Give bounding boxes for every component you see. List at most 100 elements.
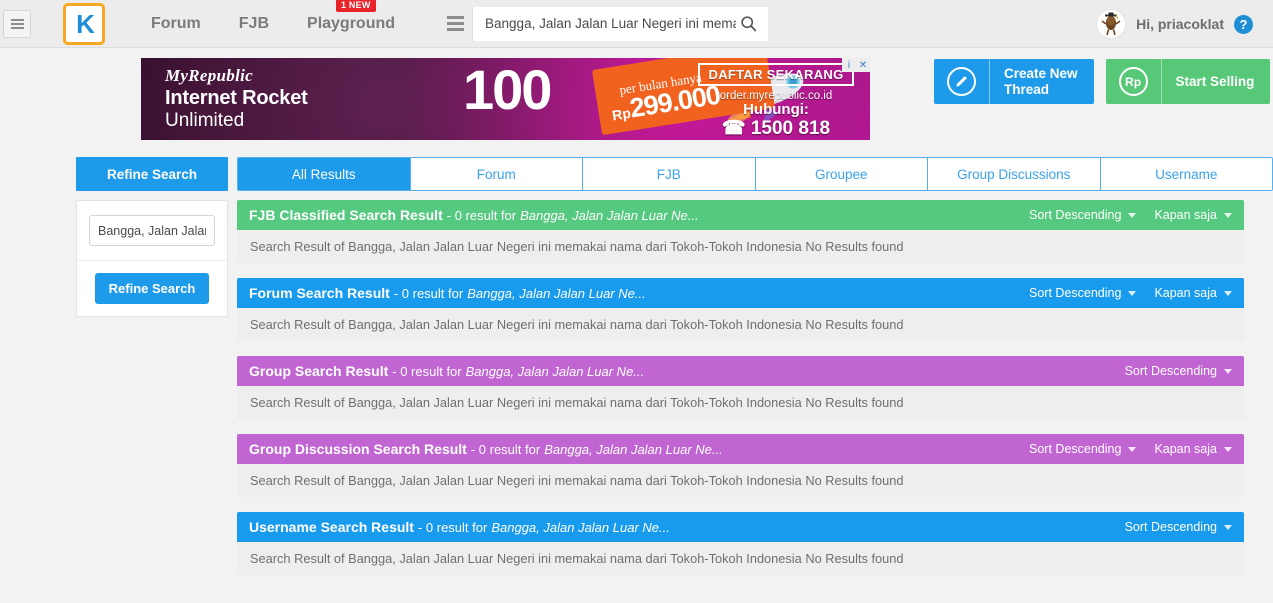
search-bar: [439, 6, 769, 41]
tab-all-results[interactable]: All Results: [238, 158, 411, 190]
result-meta: - 0 result for: [470, 441, 541, 457]
top-header: K Forum FJB Playground 1 NEW Bangga, Jal…: [0, 0, 1273, 48]
result-block-forum: Forum Search Result - 0 result for Bangg…: [237, 278, 1244, 341]
hamburger-icon[interactable]: [3, 9, 31, 38]
time-filter-control[interactable]: Kapan saja: [1154, 208, 1232, 222]
search-icon[interactable]: [736, 12, 760, 36]
ad-and-actions-row: MyRepublic Internet Rocket Unlimited 100…: [0, 58, 1273, 140]
nav-item-fjb[interactable]: FJB: [239, 15, 269, 33]
result-block-username: Username Search Result - 0 result for Ba…: [237, 512, 1244, 575]
action-label-line1: Start Selling: [1175, 73, 1255, 89]
result-block-group-discussion: Group Discussion Search Result - 0 resul…: [237, 434, 1244, 497]
chevron-down-icon: [1224, 290, 1232, 296]
result-body: Search Result of Bangga, Jalan Jalan Lua…: [237, 386, 1244, 419]
start-selling-button[interactable]: Rp Start Selling: [1105, 59, 1271, 104]
rupiah-glyph: Rp: [1118, 67, 1148, 96]
avatar[interactable]: [1096, 9, 1127, 39]
sort-label: Sort Descending: [1124, 364, 1217, 378]
grid-menu-icon[interactable]: [439, 6, 474, 41]
chevron-down-icon: [1128, 290, 1137, 296]
nav-item-playground[interactable]: Playground 1 NEW: [307, 0, 396, 33]
create-new-thread-label: Create New Thread: [990, 66, 1078, 97]
sort-control[interactable]: Sort Descending: [1029, 442, 1137, 456]
create-new-thread-button[interactable]: Create New Thread: [934, 59, 1094, 104]
search-field: [473, 6, 769, 41]
ad-headline-2: Unlimited: [165, 110, 245, 131]
nav-label: Playground: [307, 14, 396, 32]
chevron-down-icon: [1224, 212, 1232, 218]
sidebar-button-wrap: Refine Search: [77, 261, 227, 316]
sort-label: Sort Descending: [1124, 520, 1217, 534]
sidebar-input-wrap: [77, 201, 227, 261]
tab-group-discussions[interactable]: Group Discussions: [928, 158, 1101, 190]
chevron-down-icon: [1224, 524, 1232, 530]
sort-control[interactable]: Sort Descending: [1125, 364, 1232, 378]
search-input[interactable]: [485, 16, 737, 31]
sort-label: Sort Descending: [1029, 208, 1122, 222]
chevron-down-icon: [1224, 446, 1232, 452]
ad-currency: Rp: [610, 104, 632, 124]
adchoices-close-icon[interactable]: ✕: [856, 58, 870, 72]
result-title: Group Discussion Search Result: [249, 441, 467, 457]
ad-text-left: MyRepublic Internet Rocket Unlimited: [165, 66, 308, 132]
new-badge: 1 NEW: [336, 0, 376, 12]
tabs-row: Refine Search All Results Forum FJB Grou…: [0, 157, 1273, 191]
time-filter-control[interactable]: Kapan saja: [1154, 286, 1232, 300]
chevron-down-icon: [1224, 368, 1232, 374]
start-selling-label: Start Selling: [1162, 74, 1255, 90]
chevron-down-icon: [1128, 212, 1137, 218]
result-header: FJB Classified Search Result - 0 result …: [237, 200, 1244, 230]
user-area: Hi, priacoklat ?: [1096, 0, 1253, 48]
help-icon[interactable]: ?: [1234, 14, 1253, 34]
refine-search-button-top[interactable]: Refine Search: [76, 157, 228, 191]
result-body: Search Result of Bangga, Jalan Jalan Lua…: [237, 542, 1244, 575]
adchoices-info-icon[interactable]: i: [842, 58, 856, 72]
tab-username[interactable]: Username: [1100, 158, 1272, 190]
action-label-line1: Create New: [1004, 65, 1078, 81]
sort-control[interactable]: Sort Descending: [1029, 208, 1137, 222]
action-label-line2: Thread: [1004, 81, 1050, 97]
sort-control[interactable]: Sort Descending: [1125, 520, 1232, 534]
pencil-icon: [934, 59, 990, 104]
refine-search-sidebar: Refine Search: [76, 200, 228, 317]
time-label: Kapan saja: [1154, 442, 1217, 456]
time-filter-control[interactable]: Kapan saja: [1154, 442, 1232, 456]
result-header: Forum Search Result - 0 result for Bangg…: [237, 278, 1244, 308]
result-query: Bangga, Jalan Jalan Luar Ne...: [544, 441, 723, 457]
ad-text-right: DAFTAR SEKARANG order.myrepublic.co.id H…: [691, 60, 861, 139]
tab-fjb[interactable]: FJB: [583, 158, 756, 190]
sort-label: Sort Descending: [1029, 286, 1122, 300]
content-row: Refine Search FJB Classified Search Resu…: [0, 200, 1273, 590]
time-label: Kapan saja: [1154, 208, 1217, 222]
tab-groupee[interactable]: Groupee: [755, 158, 928, 190]
result-title: Forum Search Result: [249, 285, 390, 301]
sort-label: Sort Descending: [1029, 442, 1122, 456]
result-header: Group Search Result - 0 result for Bangg…: [237, 356, 1244, 386]
refine-keyword-input[interactable]: [89, 215, 215, 246]
rupiah-icon: Rp: [1106, 59, 1162, 104]
result-body: Search Result of Bangga, Jalan Jalan Lua…: [237, 308, 1244, 341]
adchoices-controls: i ✕: [842, 58, 870, 72]
result-meta: - 0 result for: [392, 363, 462, 379]
result-query: Bangga, Jalan Jalan Luar Ne...: [491, 519, 670, 535]
result-query: Bangga, Jalan Jalan Luar Ne...: [520, 207, 699, 223]
sort-control[interactable]: Sort Descending: [1029, 286, 1137, 300]
ad-cta-button[interactable]: DAFTAR SEKARANG: [697, 63, 855, 86]
user-greeting: Hi, priacoklat: [1136, 16, 1224, 32]
kaskus-logo[interactable]: K: [63, 2, 105, 45]
result-meta: - 0 result for: [393, 285, 464, 301]
result-query: Bangga, Jalan Jalan Luar Ne...: [467, 285, 646, 301]
result-query: Bangga, Jalan Jalan Luar Ne...: [465, 363, 645, 379]
result-title: Username Search Result: [249, 519, 414, 535]
result-meta: - 0 result for: [417, 519, 488, 535]
ad-banner[interactable]: MyRepublic Internet Rocket Unlimited 100…: [141, 58, 870, 140]
chevron-down-icon: [1128, 446, 1137, 452]
result-tabs: All Results Forum FJB Groupee Group Disc…: [237, 157, 1273, 191]
refine-search-submit-button[interactable]: Refine Search: [94, 273, 210, 304]
nav-item-forum[interactable]: Forum: [151, 15, 201, 33]
time-label: Kapan saja: [1154, 286, 1217, 300]
quick-actions: Create New Thread Rp Start Selling: [934, 58, 1271, 104]
nav-label: FJB: [238, 14, 270, 32]
ad-speed-number: 100: [463, 58, 552, 121]
tab-forum[interactable]: Forum: [410, 158, 583, 190]
